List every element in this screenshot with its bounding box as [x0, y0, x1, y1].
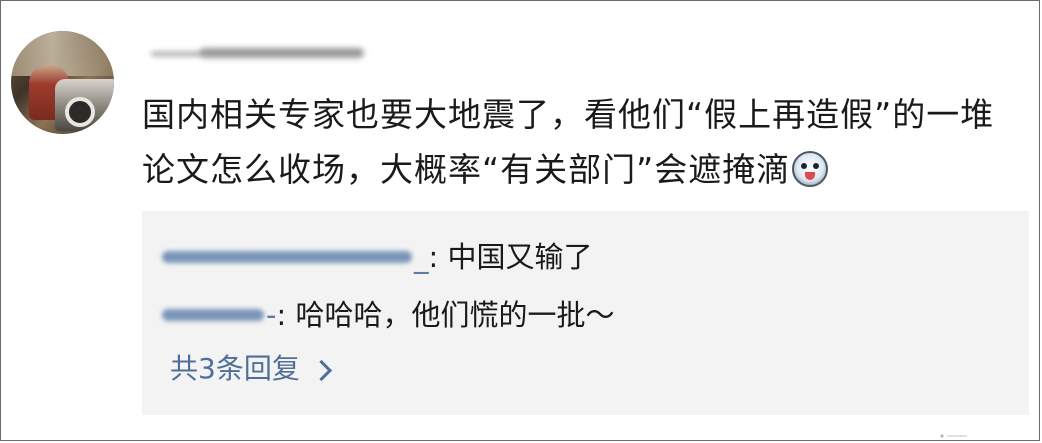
comment-body: 国内相关专家也要大地震了，看他们“假上再造假”的一堆论文怎么收场，大概率“有关部…	[142, 87, 1022, 197]
reply-username-tail[interactable]: -	[266, 295, 276, 335]
more-replies-label: 共3条回复	[170, 352, 300, 385]
avatar[interactable]	[11, 31, 114, 134]
blur-segment	[151, 52, 206, 56]
chevron-right-icon	[310, 359, 332, 381]
blurred-username[interactable]	[151, 39, 366, 67]
grinning-dog-emoji-icon	[792, 151, 829, 187]
blur-segment	[242, 251, 412, 263]
reply-text: : 中国又输了	[428, 240, 593, 274]
blur-segment	[199, 48, 364, 58]
comment-card: 国内相关专家也要大地震了，看他们“假上再造假”的一堆论文怎么收场，大概率“有关部…	[0, 0, 1040, 441]
blurred-reply-username[interactable]	[162, 298, 264, 332]
avatar-wheel	[65, 97, 95, 127]
blur-segment	[162, 309, 264, 321]
blurred-reply-username[interactable]	[162, 240, 412, 274]
view-more-replies-link[interactable]: 共3条回复	[170, 349, 332, 389]
corner-decoration-icon	[940, 434, 967, 438]
reply-item[interactable]: - : 哈哈哈，他们慌的一批～	[162, 295, 614, 335]
reply-username-tail[interactable]: _	[414, 237, 429, 277]
comment-text: 国内相关专家也要大地震了，看他们“假上再造假”的一堆论文怎么收场，大概率“有关部…	[142, 95, 995, 189]
blur-segment	[162, 251, 252, 263]
reply-text: : 哈哈哈，他们慌的一批～	[276, 298, 615, 332]
reply-item[interactable]: _ : 中国又输了	[162, 237, 593, 277]
replies-panel: _ : 中国又输了 - : 哈哈哈，他们慌的一批～ 共3条回复	[142, 211, 1029, 415]
